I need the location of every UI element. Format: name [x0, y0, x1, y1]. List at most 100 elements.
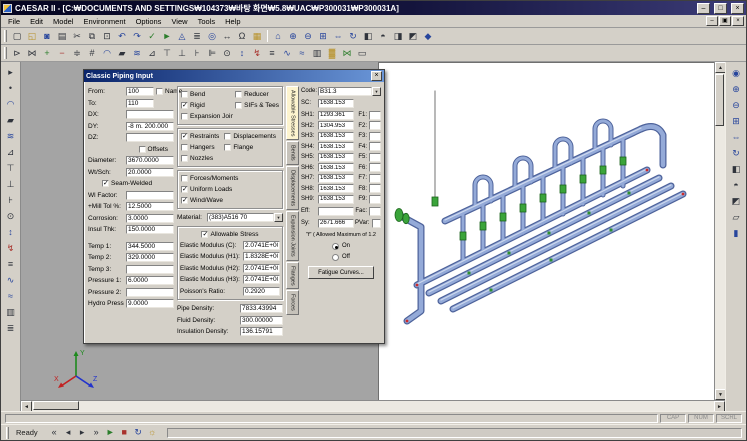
side-view-icon[interactable]: ◨	[391, 29, 405, 43]
elastic-modulus-h2-field[interactable]	[243, 264, 280, 273]
insulation-icon[interactable]: ▓	[325, 46, 339, 60]
f-field[interactable]	[369, 174, 381, 183]
sh-field[interactable]	[318, 184, 354, 193]
expansion-joint-checkbox[interactable]: Expansion Joint	[181, 111, 233, 122]
hanger-tool-icon[interactable]: ⊦	[3, 193, 19, 208]
units-icon[interactable]: Ω	[235, 29, 249, 43]
nozzles-checkbox[interactable]: Nozzles	[181, 153, 222, 164]
continue-element-icon[interactable]: ⊳	[10, 46, 24, 60]
checkbox-box[interactable]	[235, 102, 242, 109]
radio-off[interactable]	[332, 254, 339, 261]
archive-icon[interactable]: ▦	[250, 29, 264, 43]
reducer-checkbox[interactable]: Reducer	[235, 89, 279, 100]
select-icon[interactable]: ▸	[3, 65, 19, 80]
tee-tool-icon[interactable]: ⊤	[3, 161, 19, 176]
run-icon[interactable]: ►	[104, 426, 117, 439]
flange-checkbox[interactable]: Flange	[224, 142, 279, 153]
sh-field[interactable]	[318, 174, 354, 183]
uniform-load-tool-icon[interactable]: ≡	[3, 257, 19, 272]
menu-options[interactable]: Options	[131, 16, 167, 27]
duplicate-element-icon[interactable]: ≑	[70, 46, 84, 60]
title-page-icon[interactable]: ▭	[355, 46, 369, 60]
checkbox-box[interactable]	[181, 102, 188, 109]
toolbar-grip[interactable]	[4, 47, 7, 59]
checkbox-box[interactable]	[224, 133, 231, 140]
zoom-out-icon[interactable]: ⊖	[301, 29, 315, 43]
shaded-icon[interactable]: ▮	[728, 226, 744, 241]
tab-forces[interactable]: Forces	[286, 290, 299, 315]
radio-on[interactable]	[332, 243, 339, 250]
menu-model[interactable]: Model	[48, 16, 78, 27]
wl-factor-field[interactable]	[126, 191, 174, 200]
cut-icon[interactable]: ✂	[70, 29, 84, 43]
dy-field[interactable]	[126, 122, 174, 131]
dx-field[interactable]	[126, 110, 174, 119]
sh-field[interactable]	[318, 121, 354, 130]
checkbox-box[interactable]	[224, 144, 231, 151]
restraint-icon[interactable]: ⊥	[175, 46, 189, 60]
rigid-icon[interactable]: ▰	[115, 46, 129, 60]
new-file-icon[interactable]: ▢	[10, 29, 24, 43]
sifs-tees-checkbox[interactable]: SIFs & Tees	[235, 100, 279, 111]
mdi-close-button[interactable]: ×	[732, 16, 744, 26]
close-button[interactable]: ×	[731, 3, 744, 14]
checkbox-box[interactable]	[181, 113, 188, 120]
error-check-icon[interactable]: ✓	[145, 29, 159, 43]
bend-icon[interactable]: ◠	[100, 46, 114, 60]
sh-field[interactable]	[318, 142, 354, 151]
displacement-icon[interactable]: ↕	[235, 46, 249, 60]
reducer-icon[interactable]: ⊿	[145, 46, 159, 60]
name-checkbox[interactable]	[156, 88, 163, 95]
displacements-checkbox[interactable]: Displacements	[224, 131, 279, 142]
wave-load-icon[interactable]: ≈	[295, 46, 309, 60]
expansion-joint-icon[interactable]: ≋	[130, 46, 144, 60]
toolbar-grip[interactable]	[4, 30, 7, 42]
top-view-icon[interactable]: ◓	[376, 29, 390, 43]
poissons-ratio-field[interactable]	[243, 287, 280, 296]
seam-welded-checkbox[interactable]	[102, 180, 109, 187]
menu-edit[interactable]: Edit	[25, 16, 48, 27]
pipe-density-field[interactable]	[240, 304, 283, 313]
restraint-tool-icon[interactable]: ⊥	[3, 177, 19, 192]
temp2-field[interactable]	[126, 253, 174, 262]
node-increment-icon[interactable]: #	[85, 46, 99, 60]
print-icon[interactable]: ▤	[55, 29, 69, 43]
checkbox-box[interactable]	[181, 186, 188, 193]
material-tool-icon[interactable]: ▥	[3, 305, 19, 320]
pan-icon[interactable]: ⇔	[331, 29, 345, 43]
reducer-tool-icon[interactable]: ⊿	[3, 145, 19, 160]
fluid-density-field[interactable]	[240, 316, 283, 325]
nozzle-tool-icon[interactable]: ⊙	[3, 209, 19, 224]
vertical-scrollbar[interactable]: ▲ ▼	[714, 62, 725, 400]
render-mode-icon[interactable]: ◆	[421, 29, 435, 43]
horizontal-scroll-track[interactable]	[32, 401, 714, 411]
insulation-density-field[interactable]	[240, 327, 283, 336]
chevron-down-icon[interactable]: ▼	[274, 213, 283, 222]
corrosion-field[interactable]	[126, 214, 174, 223]
pressure1-field[interactable]	[126, 276, 174, 285]
f-field[interactable]	[369, 111, 381, 120]
f-field[interactable]	[369, 121, 381, 130]
f-field[interactable]	[369, 132, 381, 141]
prev-element-icon[interactable]: ◂	[62, 426, 75, 439]
f-field[interactable]	[369, 153, 381, 162]
front-view-2-icon[interactable]: ◧	[728, 162, 744, 177]
zoom-extents-icon[interactable]: ⌂	[271, 29, 285, 43]
elastic-modulus-h1-field[interactable]	[243, 252, 280, 261]
rigid-tool-icon[interactable]: ▰	[3, 113, 19, 128]
displacement-tool-icon[interactable]: ↕	[3, 225, 19, 240]
options-icon[interactable]: ☼	[146, 426, 159, 439]
pvar-field[interactable]	[372, 219, 381, 228]
wind-load-icon[interactable]: ∿	[280, 46, 294, 60]
sc-field[interactable]	[318, 99, 354, 108]
hangers-checkbox[interactable]: Hangers	[181, 142, 222, 153]
checkbox-box[interactable]	[181, 144, 188, 151]
refresh-plot-icon[interactable]: ↻	[132, 426, 145, 439]
menu-file[interactable]: File	[3, 16, 25, 27]
zoom-window-icon[interactable]: ⊞	[316, 29, 330, 43]
zoom-box-icon[interactable]: ⊞	[728, 114, 744, 129]
next-element-icon[interactable]: ▸	[76, 426, 89, 439]
nozzle-icon[interactable]: ⊙	[220, 46, 234, 60]
force-tool-icon[interactable]: ↯	[3, 241, 19, 256]
f-field[interactable]	[369, 195, 381, 204]
